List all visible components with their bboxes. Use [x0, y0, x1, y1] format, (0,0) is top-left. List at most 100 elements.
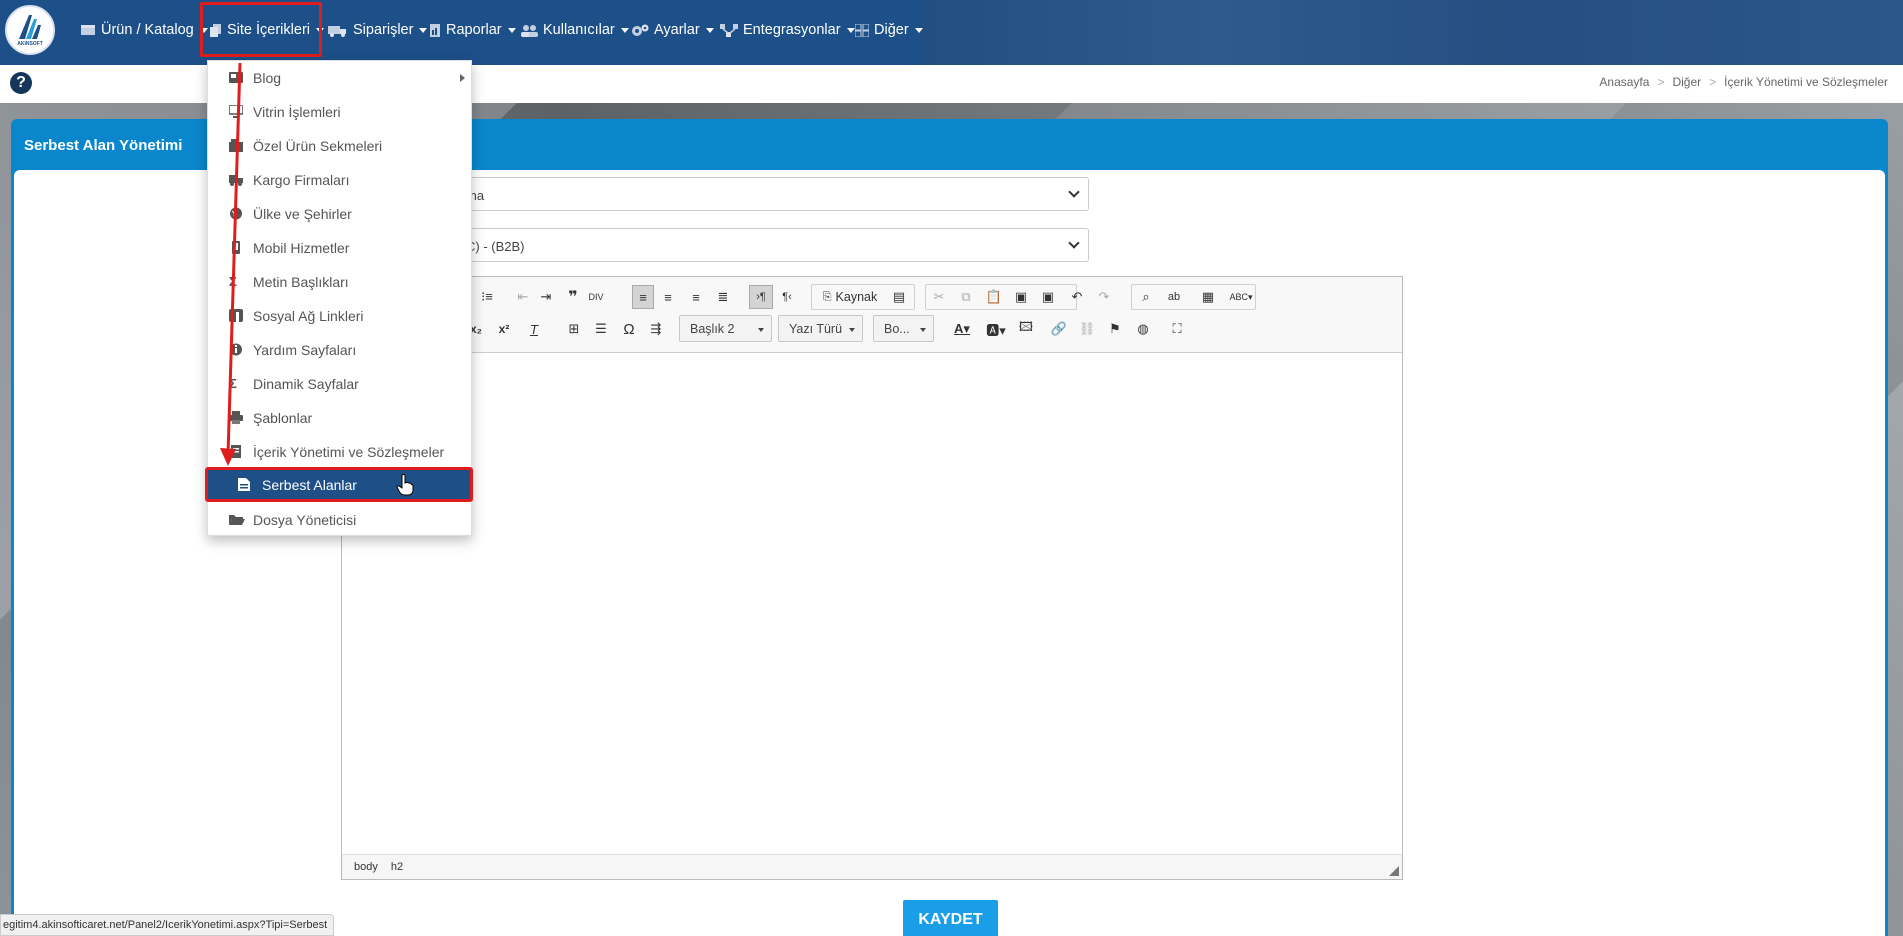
source-icon: ⎘: [822, 290, 832, 303]
menu-item-blog[interactable]: Blog: [208, 61, 471, 95]
help-icon[interactable]: ?: [10, 72, 32, 94]
breadcrumb-home[interactable]: Anasayfa: [1599, 75, 1649, 89]
ltr-icon[interactable]: ›¶: [749, 285, 773, 309]
source-button[interactable]: ⎘ Kaynak: [814, 285, 886, 309]
nav-raporlar[interactable]: Raporlar: [430, 19, 516, 41]
menu-item-serbest-alanlar[interactable]: Serbest Alanlar: [205, 467, 473, 502]
template-icon[interactable]: ▤: [890, 285, 908, 309]
paste-word-icon[interactable]: ▣: [1039, 285, 1057, 309]
caret-down-icon: [620, 27, 629, 33]
breadcrumb-separator: >: [1657, 75, 1665, 89]
menu-item-metin[interactable]: Σ Metin Başlıkları: [208, 265, 471, 299]
outdent-icon[interactable]: ⇤: [514, 285, 532, 309]
font-combo-value: Yazı Türü: [789, 322, 843, 336]
menu-item-dinamik[interactable]: Σ Dinamik Sayfalar: [208, 367, 471, 401]
menu-item-vitrin[interactable]: Vitrin İşlemleri: [208, 95, 471, 129]
grid-icon: [854, 23, 870, 38]
image-icon[interactable]: 🖾: [1017, 317, 1035, 341]
resize-handle-icon[interactable]: [1389, 866, 1399, 876]
select-all-icon[interactable]: ▦: [1199, 285, 1217, 309]
horizontal-line-icon[interactable]: ☰: [592, 317, 610, 341]
bg-color-icon[interactable]: 🅰▾: [982, 317, 1010, 341]
menu-item-sablonlar[interactable]: Şablonlar: [208, 401, 471, 435]
font-combo[interactable]: Yazı Türü: [778, 315, 863, 342]
align-right-icon[interactable]: ≡: [687, 285, 705, 309]
caret-down-icon: [849, 328, 855, 332]
box-icon: [80, 24, 96, 36]
creatediv-icon[interactable]: DIV: [587, 285, 605, 309]
special-char-icon[interactable]: Ω: [620, 317, 638, 341]
find-icon[interactable]: ⌕: [1137, 285, 1155, 309]
path-h2[interactable]: h2: [391, 861, 403, 879]
anchor-icon[interactable]: ⚑: [1106, 317, 1124, 341]
superscript-icon[interactable]: x²: [495, 317, 513, 341]
menu-item-label: Şablonlar: [253, 410, 313, 426]
menu-item-icerik-yonetimi[interactable]: İçerik Yönetimi ve Sözleşmeler: [208, 435, 471, 469]
spellcheck-icon[interactable]: ABC▾: [1228, 285, 1254, 309]
paste-text-icon[interactable]: ▣: [1012, 285, 1030, 309]
align-center-icon[interactable]: ≡: [659, 285, 677, 309]
text-color-icon[interactable]: A▾: [948, 317, 976, 341]
chevron-down-icon: [1068, 186, 1080, 198]
nav-diger[interactable]: Diğer: [854, 19, 923, 41]
sitemap-icon: Σ: [229, 376, 237, 391]
share-icon: [229, 309, 243, 323]
nav-label: Diğer: [874, 22, 909, 38]
caret-down-icon: [419, 27, 428, 33]
mobile-icon: [229, 241, 243, 255]
unlink-icon[interactable]: ⛓: [1078, 317, 1096, 341]
nav-label: Ayarlar: [654, 22, 700, 38]
menu-item-kargo[interactable]: Kargo Firmaları: [208, 163, 471, 197]
gears-icon: [631, 24, 649, 36]
annotation-highlight-box: [200, 2, 322, 57]
size-combo[interactable]: Bo...: [873, 315, 934, 342]
table-icon[interactable]: ⊞: [565, 317, 583, 341]
nav-kullanicilar[interactable]: Kullanıcılar: [520, 19, 629, 41]
menu-item-sosyal[interactable]: Sosyal Ağ Linkleri: [208, 299, 471, 333]
justify-icon[interactable]: ≣: [714, 285, 732, 309]
replace-icon[interactable]: ab: [1165, 285, 1183, 309]
path-body[interactable]: body: [354, 861, 378, 879]
heading-combo[interactable]: Başlık 2: [679, 315, 772, 342]
maximize-icon[interactable]: ⛶: [1166, 317, 1188, 341]
breadcrumb: Anasayfa > Diğer > İçerik Yönetimi ve Sö…: [1599, 75, 1888, 89]
paste-icon[interactable]: 📋: [985, 285, 1003, 309]
nav-ayarlar[interactable]: Ayarlar: [631, 19, 714, 41]
akinsoft-logo[interactable]: AKINSOFT: [5, 5, 55, 55]
blockquote-icon[interactable]: ❞: [564, 285, 582, 309]
align-left-icon[interactable]: ≡: [632, 285, 654, 309]
menu-item-ozel-urun[interactable]: Özel Ürün Sekmeleri: [208, 129, 471, 163]
undo-icon[interactable]: ↶: [1068, 285, 1086, 309]
menu-item-dosya[interactable]: Dosya Yöneticisi: [208, 503, 471, 537]
rtl-icon[interactable]: ¶‹: [776, 285, 798, 309]
menu-item-ulke[interactable]: Ülke ve Şehirler: [208, 197, 471, 231]
iframe-icon[interactable]: ◍: [1134, 317, 1152, 341]
document-list-icon: [229, 445, 243, 459]
redo-icon[interactable]: ↷: [1095, 285, 1113, 309]
page-break-icon[interactable]: ⇶: [647, 317, 665, 341]
bulleted-list-icon[interactable]: ⁝≡: [478, 285, 496, 309]
cut-icon[interactable]: ✂: [930, 285, 948, 309]
nav-label: Ürün / Katalog: [101, 22, 194, 38]
save-button[interactable]: KAYDET: [903, 900, 998, 936]
nav-siparisler[interactable]: Siparişler: [328, 19, 428, 41]
users-icon: [520, 24, 538, 37]
nav-entegrasyonlar[interactable]: Entegrasyonlar: [720, 19, 855, 41]
menu-item-label: Metin Başlıkları: [253, 274, 349, 290]
truck-icon: [328, 24, 348, 37]
menu-item-yardim[interactable]: Yardım Sayfaları: [208, 333, 471, 367]
caret-down-icon: [914, 27, 923, 33]
remove-format-icon[interactable]: T: [525, 317, 543, 341]
network-icon: [720, 24, 738, 37]
copy-icon[interactable]: ⧉: [957, 285, 975, 309]
rich-text-editor[interactable]: ⁝≡ ⇤ ⇥ ❞ DIV ≡ ≡ ≡ ≣ ›¶ ¶‹ ⎘ Kaynak ▤ ✂ ⧉…: [341, 276, 1403, 880]
file-icon: [238, 477, 252, 492]
menu-item-label: Blog: [253, 70, 282, 86]
link-icon[interactable]: 🔗: [1050, 317, 1068, 341]
indent-icon[interactable]: ⇥: [537, 285, 555, 309]
breadcrumb-diger[interactable]: Diğer: [1672, 75, 1701, 89]
menu-item-mobil[interactable]: Mobil Hizmetler: [208, 231, 471, 265]
globe-icon: [229, 207, 243, 221]
source-label: Kaynak: [835, 290, 878, 304]
nav-urun-katalog[interactable]: Ürün / Katalog: [80, 19, 208, 41]
